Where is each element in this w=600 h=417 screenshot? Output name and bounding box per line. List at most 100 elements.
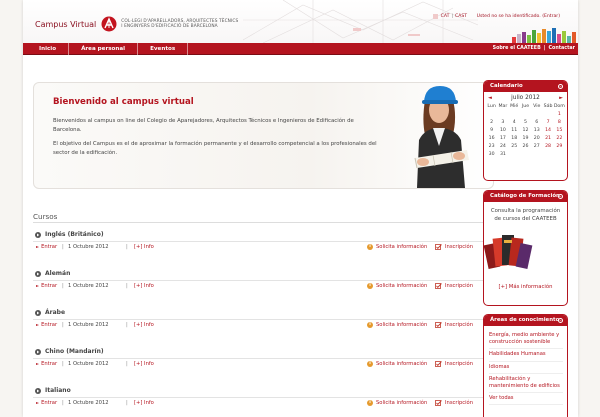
catalog-brochures-image[interactable] <box>484 230 534 274</box>
calendar-day[interactable]: 13 <box>531 128 542 133</box>
calendar-day[interactable]: 4 <box>509 120 520 125</box>
nav-eventos[interactable]: Eventos <box>138 42 189 55</box>
login-status-link[interactable]: Usted no se ha identificado. (Entrar) <box>477 14 560 19</box>
calendar-day[interactable]: 25 <box>509 144 520 149</box>
calendar-grid: Lun Mar Mié Jue Vie Sáb Dom 1 2 3 4 5 6 … <box>484 104 567 157</box>
calendar-day[interactable]: 2 <box>486 120 497 125</box>
calendar-day[interactable] <box>520 112 531 117</box>
enter-course-link[interactable]: ► Entrar <box>36 400 57 406</box>
enter-course-link[interactable]: ► Entrar <box>36 283 57 289</box>
calendar-day[interactable]: 10 <box>497 128 508 133</box>
nav-about-link[interactable]: Sobre el CAATEEB <box>493 46 541 51</box>
enroll-link[interactable]: Inscripción <box>435 322 473 328</box>
request-info-link[interactable]: i Solicita información <box>367 400 427 406</box>
calendar-day[interactable] <box>520 152 531 157</box>
calendar-day[interactable]: 30 <box>486 152 497 157</box>
divider <box>33 358 494 359</box>
calendar-day[interactable]: 26 <box>520 144 531 149</box>
nav-contact-link[interactable]: Contactar <box>549 46 576 51</box>
calendar-day[interactable] <box>531 152 542 157</box>
calendar-day[interactable]: 23 <box>486 144 497 149</box>
calendar-day[interactable] <box>509 112 520 117</box>
calendar-day[interactable]: 9 <box>486 128 497 133</box>
calendar-day[interactable] <box>531 112 542 117</box>
area-link[interactable]: Energía, medio ambiente y construcción s… <box>489 330 563 350</box>
calendar-day[interactable]: 24 <box>497 144 508 149</box>
calendar-day[interactable] <box>542 112 553 117</box>
calendar-day[interactable] <box>486 112 497 117</box>
welcome-banner: Bienvenido al campus virtual Bienvenidos… <box>33 82 494 189</box>
enter-course-link[interactable]: ► Entrar <box>36 361 57 367</box>
collapse-icon[interactable]: – <box>558 194 563 199</box>
area-link[interactable]: Rehabilitación y mantenimiento de edific… <box>489 374 563 394</box>
course-actions: ► Entrar | 1 Octubre 2012 | [+] Info i Sol… <box>36 400 494 408</box>
course-title[interactable]: Árabe <box>35 309 65 316</box>
calendar-day[interactable]: 21 <box>542 136 553 141</box>
collapse-icon[interactable]: – <box>558 84 563 89</box>
welcome-title: Bienvenido al campus virtual <box>53 97 194 107</box>
request-info-link[interactable]: i Solicita información <box>367 361 427 367</box>
request-info-link[interactable]: i Solicita información <box>367 244 427 250</box>
enroll-link[interactable]: Inscripción <box>435 361 473 367</box>
calendar-day[interactable]: 17 <box>497 136 508 141</box>
calendar-day[interactable] <box>554 152 565 157</box>
course-title[interactable]: Chino (Mandarín) <box>35 348 104 355</box>
course-info-link[interactable]: [+] Info <box>134 244 154 250</box>
calendar-day[interactable]: 29 <box>554 144 565 149</box>
calendar-day[interactable]: 18 <box>509 136 520 141</box>
calendar-day[interactable]: 12 <box>520 128 531 133</box>
play-icon: ► <box>36 322 40 327</box>
lang-cast-link[interactable]: CAST <box>455 14 467 19</box>
calendar-day[interactable]: 8 <box>554 120 565 125</box>
request-info-link[interactable]: i Solicita información <box>367 283 427 289</box>
lang-cat-link[interactable]: CAT <box>441 14 450 19</box>
calendar-day[interactable] <box>497 112 508 117</box>
page-frame: Campus Virtual COL·LEGI D'APARELLADORS, … <box>23 0 578 417</box>
divider <box>33 397 494 398</box>
area-link[interactable]: Habilidades Humanas <box>489 349 563 362</box>
area-link[interactable]: Ver todas <box>489 393 563 406</box>
nav-area-personal[interactable]: Área personal <box>69 42 139 55</box>
nav-inicio[interactable]: Inicio <box>23 42 70 55</box>
calendar-day[interactable]: 28 <box>542 144 553 149</box>
calendar-day[interactable]: 1 <box>554 112 565 117</box>
calendar-day[interactable]: 7 <box>542 120 553 125</box>
calendar-day[interactable]: 6 <box>531 120 542 125</box>
calendar-day[interactable]: 22 <box>554 136 565 141</box>
course-title[interactable]: Italiano <box>35 387 71 394</box>
request-info-link[interactable]: i Solicita información <box>367 322 427 328</box>
course-info-link[interactable]: [+] Info <box>134 400 154 406</box>
calendar-day[interactable] <box>542 152 553 157</box>
calendar-day[interactable]: 14 <box>542 128 553 133</box>
course-info-link[interactable]: [+] Info <box>134 283 154 289</box>
enter-course-link[interactable]: ► Entrar <box>36 244 57 250</box>
calendar-day[interactable]: 19 <box>520 136 531 141</box>
prev-month-icon[interactable]: ◄ <box>488 92 492 104</box>
enter-course-link[interactable]: ► Entrar <box>36 322 57 328</box>
calendar-day[interactable]: 3 <box>497 120 508 125</box>
course-info-link[interactable]: [+] Info <box>134 361 154 367</box>
calendar-day[interactable]: 11 <box>509 128 520 133</box>
calendar-day[interactable]: 31 <box>497 152 508 157</box>
calendar-day[interactable]: 20 <box>531 136 542 141</box>
separator: | <box>62 283 64 289</box>
divider <box>33 222 494 223</box>
brand[interactable]: Campus Virtual COL·LEGI D'APARELLADORS, … <box>35 16 238 32</box>
area-link[interactable]: Idiomas <box>489 362 563 374</box>
enroll-link[interactable]: Inscripción <box>435 244 473 250</box>
catalog-more-link[interactable]: [+] Más información <box>484 284 567 290</box>
enroll-link[interactable]: Inscripción <box>435 400 473 406</box>
calendar-day[interactable]: 27 <box>531 144 542 149</box>
course-info-link[interactable]: [+] Info <box>134 322 154 328</box>
enroll-link[interactable]: Inscripción <box>435 283 473 289</box>
collapse-icon[interactable]: – <box>558 318 563 323</box>
enroll-label: Inscripción <box>445 244 473 250</box>
calendar-day[interactable] <box>509 152 520 157</box>
calendar-day[interactable]: 16 <box>486 136 497 141</box>
course-title[interactable]: Inglés (Británico) <box>35 231 104 238</box>
course-title[interactable]: Alemán <box>35 270 70 277</box>
calendar-day[interactable]: 5 <box>520 120 531 125</box>
enroll-label: Inscripción <box>445 283 473 289</box>
next-month-icon[interactable]: ► <box>559 92 563 104</box>
calendar-day[interactable]: 15 <box>554 128 565 133</box>
